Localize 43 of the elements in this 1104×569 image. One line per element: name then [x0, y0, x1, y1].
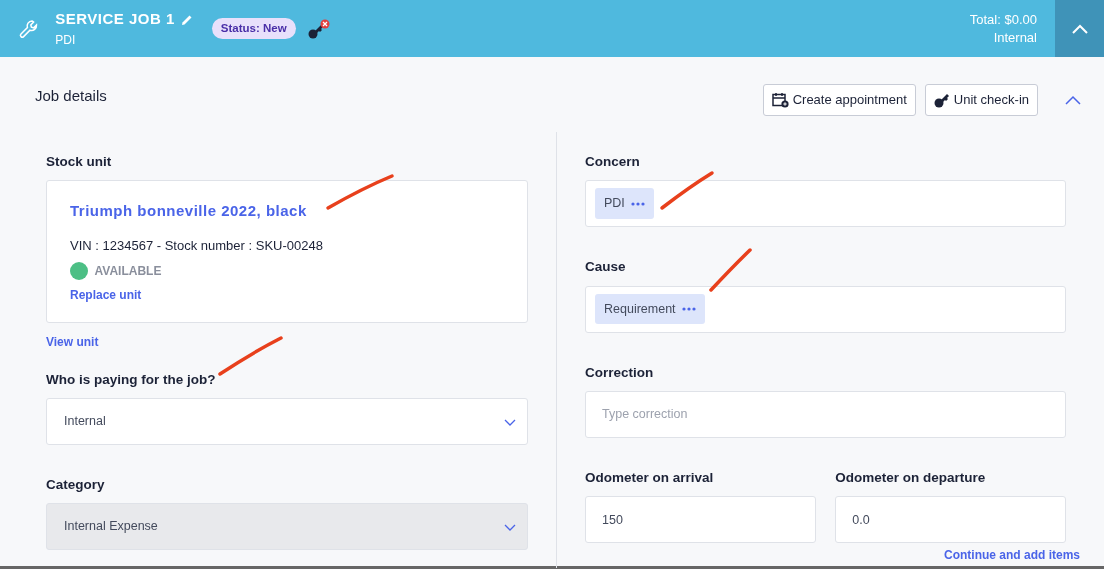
field-label: Cause [585, 258, 627, 277]
action-button[interactable]: Unit check-in [924, 84, 1038, 116]
annotation-stroke [326, 174, 394, 210]
more-icon[interactable] [681, 307, 696, 311]
wrench-icon [18, 17, 40, 40]
job-subtitle: PDI [55, 31, 77, 49]
field-label: Odometer on departure [835, 468, 987, 487]
unit-details: VIN : 1234567 - Stock number : SKU-00248 [70, 236, 324, 255]
unit-link[interactable]: Triumph bonneville 2022, black [70, 202, 307, 220]
more-icon[interactable] [630, 201, 645, 206]
annotation-stroke [660, 171, 714, 210]
number-field[interactable]: 0.0 [835, 496, 1066, 543]
status-badge: Status: New [211, 17, 296, 40]
payer-label: Internal [992, 28, 1037, 47]
key-icon [307, 18, 330, 39]
status-label: AVAILABLE [94, 262, 162, 280]
continue-link[interactable]: Continue and add items [944, 546, 1080, 564]
tag-field[interactable]: PDI [585, 180, 1066, 228]
annotation-stroke [709, 248, 752, 292]
number-field[interactable]: 150 [585, 496, 816, 543]
calendar-icon [771, 92, 789, 108]
field-label: Correction [585, 363, 655, 382]
pencil-icon[interactable] [181, 13, 194, 26]
job-title: SERVICE JOB 1 [55, 9, 175, 30]
section-title: Job details [35, 85, 108, 106]
select-field[interactable]: Internal [46, 398, 528, 445]
annotation-stroke [218, 336, 283, 376]
field-label: Who is paying for the job? [46, 370, 217, 389]
replace-unit-link[interactable]: Replace unit [70, 286, 142, 305]
field-label: Odometer on arrival [585, 468, 715, 487]
total-amount: Total: $0.00 [969, 10, 1037, 29]
action-button[interactable]: Create appointment [762, 84, 916, 116]
tag-chip[interactable]: PDI [595, 188, 654, 220]
select-field: Internal Expense [46, 503, 528, 551]
text-field[interactable]: Type correction [585, 390, 1066, 438]
chevron-up-icon [1064, 93, 1082, 107]
field-label: Stock unit [46, 153, 113, 171]
field-label: Category [46, 476, 106, 494]
view-unit-link[interactable]: View unit [46, 332, 99, 351]
key-icon [933, 92, 950, 108]
tag-field[interactable]: Requirement [585, 285, 1066, 333]
field-label: Concern [585, 153, 641, 171]
tag-chip[interactable]: Requirement [595, 293, 705, 325]
